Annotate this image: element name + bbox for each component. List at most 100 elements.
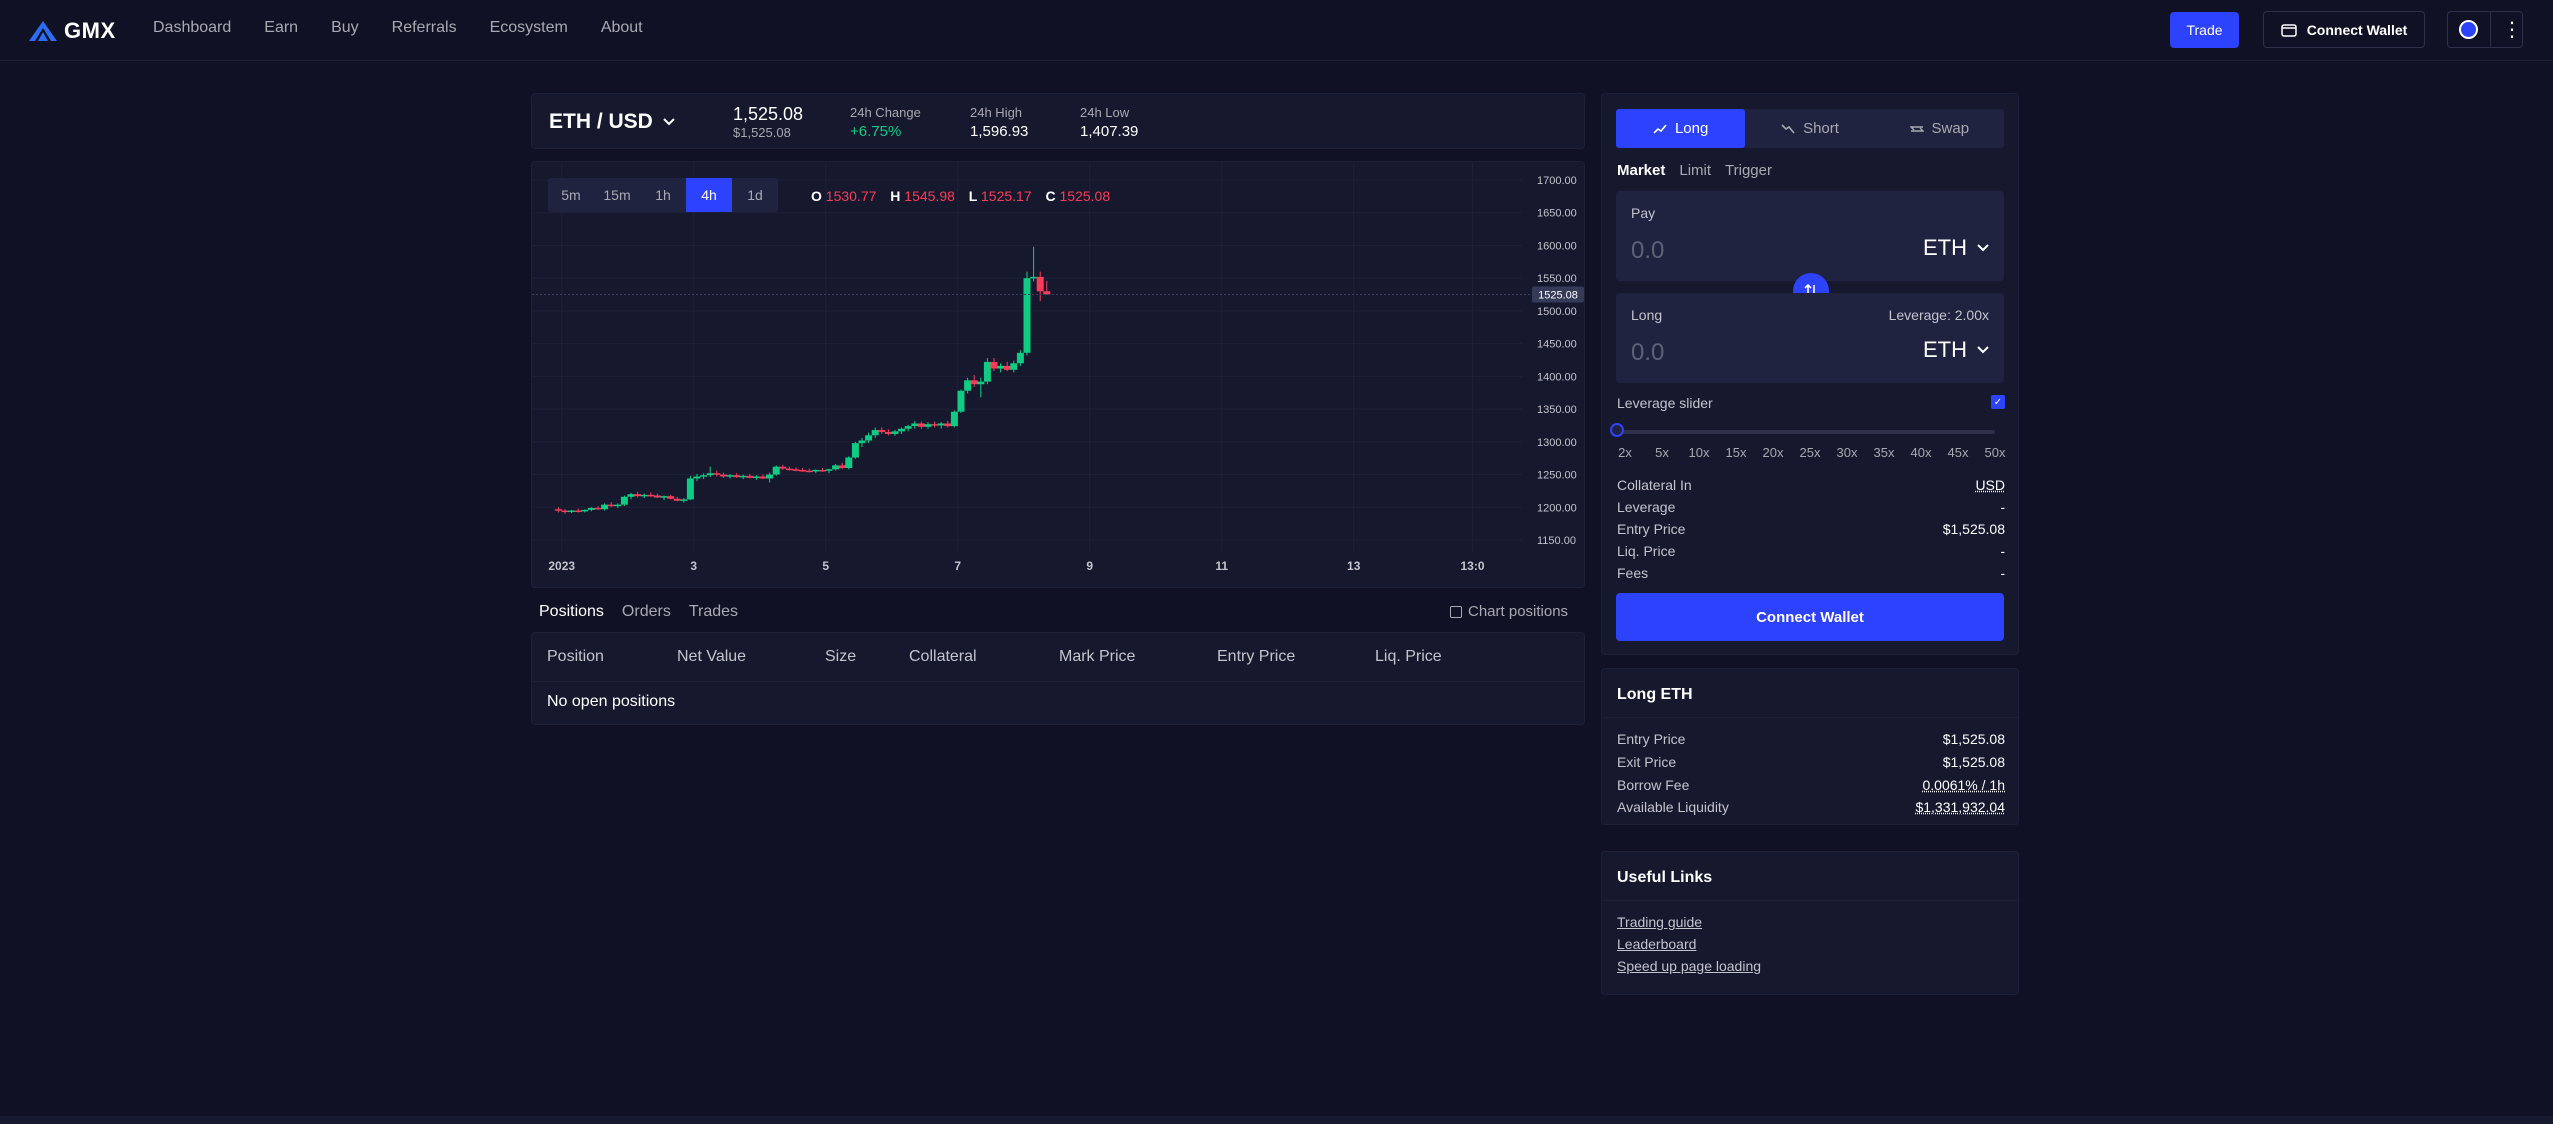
- y-tick-label: 1150.00: [1537, 535, 1576, 547]
- nav-about[interactable]: About: [601, 19, 643, 37]
- tab-long[interactable]: Long: [1616, 109, 1746, 148]
- leverage-slider-toggle: Leverage slider ✓: [1617, 395, 2005, 411]
- timeframe-15m[interactable]: 15m: [594, 178, 640, 212]
- positions-tabs: Positions Orders Trades: [539, 603, 738, 621]
- candle-body: [759, 476, 767, 479]
- tab-trigger[interactable]: Trigger: [1725, 162, 1772, 179]
- info-value: -: [2000, 543, 2005, 559]
- candle-body: [858, 440, 866, 444]
- tab-market[interactable]: Market: [1617, 162, 1665, 179]
- gmx-logo[interactable]: GMX: [28, 18, 116, 44]
- pay-panel: Pay 0.0 ETH: [1616, 191, 2004, 281]
- y-tick-label: 1300.00: [1537, 437, 1577, 449]
- chart-positions-toggle[interactable]: Chart positions: [1450, 603, 1568, 620]
- nav-earn[interactable]: Earn: [264, 19, 298, 37]
- link-leaderboard[interactable]: Leaderboard: [1617, 936, 1696, 952]
- timeframe-1d[interactable]: 1d: [732, 178, 778, 212]
- y-tick-label: 1400.00: [1537, 371, 1577, 383]
- candle-body: [898, 428, 906, 432]
- candle-body: [884, 432, 892, 434]
- info-label: Borrow Fee: [1617, 777, 1690, 793]
- tab-orders[interactable]: Orders: [622, 603, 671, 621]
- tab-positions[interactable]: Positions: [539, 603, 604, 621]
- tab-trades[interactable]: Trades: [689, 603, 738, 621]
- tab-long-label: Long: [1674, 120, 1709, 137]
- y-tick-label: 1500.00: [1537, 306, 1577, 318]
- candle-body: [957, 390, 965, 412]
- candle-body: [904, 426, 912, 429]
- tab-short-label: Short: [1803, 120, 1839, 137]
- candlestick-chart[interactable]: 1700.00 1650.00 1600.00 1550.00 1500.00 1450.…: [532, 162, 1585, 588]
- long-token-selector[interactable]: ETH: [1923, 337, 1989, 363]
- candle-body: [990, 361, 998, 369]
- wallet-icon: [2280, 23, 2297, 37]
- pay-amount-input[interactable]: 0.0: [1631, 237, 1664, 265]
- link-speed-up[interactable]: Speed up page loading: [1617, 958, 1761, 974]
- nav-buy[interactable]: Buy: [331, 19, 359, 37]
- info-label: Entry Price: [1617, 731, 1686, 747]
- ohlc-low-label: L: [968, 188, 978, 204]
- candle-body: [983, 361, 991, 382]
- x-tick-label: 9: [1086, 559, 1093, 573]
- candle-body: [594, 507, 602, 510]
- trade-box: Long Short Swap Market Limit Trigger Pay…: [1601, 93, 2019, 655]
- pay-token-selector[interactable]: ETH: [1923, 235, 1989, 261]
- tab-limit[interactable]: Limit: [1679, 162, 1711, 179]
- candle-body: [1036, 276, 1044, 292]
- candle-body: [680, 499, 688, 501]
- panel-divider: [1602, 900, 2018, 901]
- ohlc-close-label: C: [1045, 188, 1056, 204]
- trade-button[interactable]: Trade: [2170, 12, 2239, 48]
- nav-dashboard[interactable]: Dashboard: [153, 19, 231, 37]
- candle-body: [634, 494, 642, 497]
- info-value: -: [2000, 565, 2005, 581]
- y-tick-label: 1250.00: [1537, 470, 1577, 482]
- info-value[interactable]: 0.0061% / 1h: [1922, 777, 2005, 793]
- connect-wallet-button[interactable]: Connect Wallet: [1616, 593, 2004, 641]
- leverage-slider-label: Leverage slider: [1617, 395, 1713, 411]
- candle-body: [944, 423, 952, 427]
- timeframe-4h[interactable]: 4h: [686, 178, 732, 212]
- more-menu-icon[interactable]: ⋮: [2502, 20, 2522, 40]
- x-tick-label: 7: [954, 559, 961, 573]
- x-tick-label: 13:0: [1460, 559, 1484, 573]
- price-chart[interactable]: 1700.00 1650.00 1600.00 1550.00 1500.00 1450.…: [531, 161, 1585, 588]
- candle-body: [964, 380, 972, 391]
- network-selector[interactable]: ⋮: [2447, 11, 2523, 48]
- connect-wallet-header-button[interactable]: Connect Wallet: [2263, 11, 2425, 48]
- pair-selector[interactable]: ETH / USD: [549, 110, 675, 134]
- candle-body: [726, 475, 734, 477]
- leverage-slider-track[interactable]: [1617, 430, 1995, 434]
- y-tick-label: 1650.00: [1537, 208, 1577, 220]
- chevron-down-icon: [1977, 346, 1989, 354]
- price-usd-value: $1,525.08: [733, 125, 791, 140]
- slider-mark: 50x: [1984, 445, 2006, 460]
- slider-mark: 40x: [1910, 445, 1932, 460]
- stat-24h-low: 24h Low 1,407.39: [1080, 105, 1138, 140]
- ohlc-readout: O 1530.77 H 1545.98 L 1525.17 C 1525.08: [811, 188, 1120, 204]
- price-value: 1,525.08: [733, 104, 804, 124]
- useful-links-title: Useful Links: [1617, 869, 1713, 886]
- chart-positions-checkbox[interactable]: [1450, 605, 1462, 618]
- timeframe-5m[interactable]: 5m: [548, 178, 594, 212]
- candle-body: [686, 478, 694, 500]
- link-trading-guide[interactable]: Trading guide: [1617, 914, 1702, 930]
- long-amount-input[interactable]: 0.0: [1631, 339, 1664, 367]
- useful-links-panel: Useful Links Trading guide Leaderboard S…: [1601, 851, 2019, 995]
- candle-body: [825, 469, 833, 471]
- timeframe-1h[interactable]: 1h: [640, 178, 686, 212]
- positions-table: Position Net Value Size Collateral Mark …: [531, 632, 1585, 725]
- change-label: 24h Change: [850, 105, 921, 120]
- price-bar: ETH / USD 1,525.08 $1,525.08 24h Change …: [531, 93, 1585, 149]
- nav-ecosystem[interactable]: Ecosystem: [490, 19, 568, 37]
- info-value[interactable]: $1,331,932.04: [1915, 799, 2005, 815]
- tab-swap[interactable]: Swap: [1875, 109, 2004, 148]
- tab-short[interactable]: Short: [1745, 109, 1874, 148]
- leverage-slider-handle[interactable]: [1610, 423, 1624, 437]
- info-value[interactable]: USD: [1975, 477, 2005, 493]
- change-value: +6.75%: [850, 123, 902, 140]
- nav-referrals[interactable]: Referrals: [392, 19, 457, 37]
- info-entry-price: Entry Price $1,525.08: [1617, 521, 2005, 537]
- leverage-slider-checkbox[interactable]: ✓: [1991, 395, 2005, 409]
- trade-mode-tabs: Long Short Swap: [1616, 109, 2004, 148]
